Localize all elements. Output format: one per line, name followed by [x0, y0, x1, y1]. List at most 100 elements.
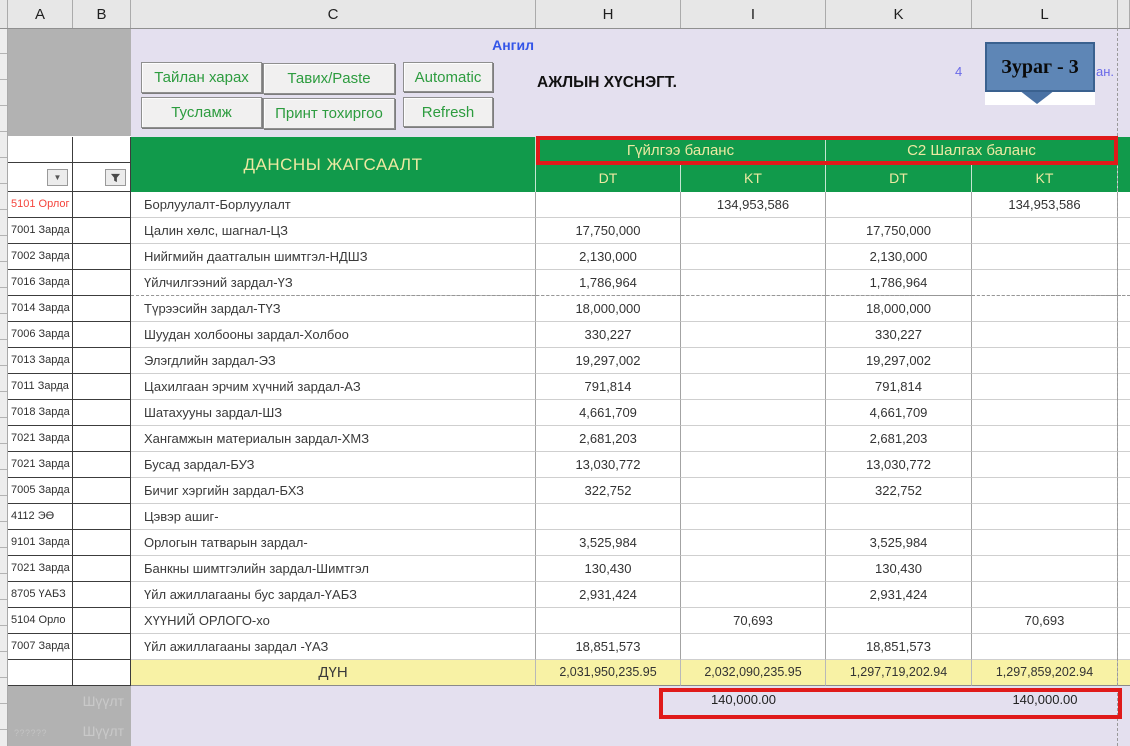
paste-button[interactable]: Тавих/Paste — [263, 63, 395, 94]
kt2-value-cell[interactable] — [972, 582, 1118, 608]
empty-b-cell[interactable] — [73, 478, 131, 504]
dt-column-header[interactable]: DT — [826, 163, 972, 192]
empty-b-cell[interactable] — [73, 348, 131, 374]
total-label[interactable]: ДҮН — [131, 660, 536, 686]
dt1-value-cell[interactable]: 17,750,000 — [536, 218, 681, 244]
dt1-value-cell[interactable]: 791,814 — [536, 374, 681, 400]
account-code-cell[interactable]: 7021 Зарда — [8, 426, 73, 452]
dt2-value-cell[interactable]: 330,227 — [826, 322, 972, 348]
account-name-cell[interactable]: Элэгдлийн зардал-ЭЗ — [131, 348, 536, 374]
dt2-value-cell[interactable]: 2,130,000 — [826, 244, 972, 270]
dt2-value-cell[interactable]: 2,931,424 — [826, 582, 972, 608]
account-code-cell[interactable]: 8705 ҮАБЗ — [8, 582, 73, 608]
dt2-value-cell[interactable]: 791,814 — [826, 374, 972, 400]
empty-b-cell[interactable] — [73, 218, 131, 244]
dt1-value-cell[interactable] — [536, 192, 681, 218]
account-name-cell[interactable]: Шуудан холбооны зардал-Холбоо — [131, 322, 536, 348]
account-code-cell[interactable]: 7005 Зарда — [8, 478, 73, 504]
kt1-value-cell[interactable]: 70,693 — [681, 608, 826, 634]
total-kt1[interactable]: 2,032,090,235.95 — [681, 660, 826, 686]
account-name-cell[interactable]: Үйл ажиллагааны бус зардал-ҮАБЗ — [131, 582, 536, 608]
account-name-cell[interactable]: Түрээсийн зардал-ТҮЗ — [131, 296, 536, 322]
kt1-value-cell[interactable] — [681, 270, 826, 296]
dt1-value-cell[interactable]: 13,030,772 — [536, 452, 681, 478]
automatic-button[interactable]: Automatic — [403, 62, 493, 92]
dt1-value-cell[interactable]: 3,525,984 — [536, 530, 681, 556]
account-name-cell[interactable]: Цалин хөлс, шагнал-ЦЗ — [131, 218, 536, 244]
dt2-value-cell[interactable] — [826, 192, 972, 218]
kt2-value-cell[interactable] — [972, 478, 1118, 504]
account-code-cell[interactable]: 7021 Зарда — [8, 452, 73, 478]
column-header-L[interactable]: L — [972, 0, 1118, 28]
account-code-cell[interactable]: 4112 ЭӨ — [8, 504, 73, 530]
dt2-value-cell[interactable] — [826, 504, 972, 530]
account-code-cell[interactable]: 7006 Зарда — [8, 322, 73, 348]
dt1-value-cell[interactable]: 18,851,573 — [536, 634, 681, 660]
dt1-value-cell[interactable]: 130,430 — [536, 556, 681, 582]
account-name-cell[interactable]: Шатахууны зардал-ШЗ — [131, 400, 536, 426]
kt1-value-cell[interactable] — [681, 556, 826, 582]
empty-b-cell[interactable] — [73, 322, 131, 348]
kt2-value-cell[interactable] — [972, 270, 1118, 296]
account-name-cell[interactable]: Цахилгаан эрчим хүчний зардал-АЗ — [131, 374, 536, 400]
print-settings-button[interactable]: Принт тохиргоо — [263, 98, 395, 129]
dt1-value-cell[interactable] — [536, 504, 681, 530]
account-name-cell[interactable]: Нийгмийн даатгалын шимтгэл-НДШЗ — [131, 244, 536, 270]
kt2-value-cell[interactable] — [972, 634, 1118, 660]
empty-b-cell[interactable] — [73, 608, 131, 634]
cell-b-filter[interactable] — [73, 163, 131, 192]
total-row-cell-b[interactable] — [73, 660, 131, 686]
account-code-cell[interactable]: 7013 Зарда — [8, 348, 73, 374]
kt2-value-cell[interactable] — [972, 530, 1118, 556]
empty-b-cell[interactable] — [73, 244, 131, 270]
dt1-value-cell[interactable]: 1,786,964 — [536, 270, 681, 296]
dt1-value-cell[interactable]: 19,297,002 — [536, 348, 681, 374]
help-button[interactable]: Тусламж — [141, 97, 262, 128]
kt2-value-cell[interactable] — [972, 322, 1118, 348]
dt2-value-cell[interactable]: 13,030,772 — [826, 452, 972, 478]
account-name-cell[interactable]: Цэвэр ашиг- — [131, 504, 536, 530]
kt1-value-cell[interactable] — [681, 218, 826, 244]
empty-b-cell[interactable] — [73, 634, 131, 660]
account-code-cell[interactable]: 7011 Зарда — [8, 374, 73, 400]
total-dt2[interactable]: 1,297,719,202.94 — [826, 660, 972, 686]
kt2-value-cell[interactable] — [972, 452, 1118, 478]
account-name-cell[interactable]: Борлуулалт-Борлуулалт — [131, 192, 536, 218]
empty-b-cell[interactable] — [73, 296, 131, 322]
dropdown-arrow-icon[interactable]: ▼ — [47, 169, 68, 186]
accounts-list-header[interactable]: ДАНСНЫ ЖАГСААЛТ — [131, 137, 536, 192]
account-code-cell[interactable]: 7001 Зарда — [8, 218, 73, 244]
dt2-value-cell[interactable]: 17,750,000 — [826, 218, 972, 244]
dt2-value-cell[interactable]: 3,525,984 — [826, 530, 972, 556]
kt2-value-cell[interactable] — [972, 218, 1118, 244]
account-name-cell[interactable]: Орлогын татварын зардал- — [131, 530, 536, 556]
account-name-cell[interactable]: Хангамжын материалын зардал-ХМЗ — [131, 426, 536, 452]
account-code-cell[interactable]: 7021 Зарда — [8, 556, 73, 582]
dt2-value-cell[interactable]: 18,000,000 — [826, 296, 972, 322]
kt1-value-cell[interactable] — [681, 348, 826, 374]
kt1-value-cell[interactable] — [681, 634, 826, 660]
column-header-I[interactable]: I — [681, 0, 826, 28]
dt2-value-cell[interactable] — [826, 608, 972, 634]
cell-b-header-empty[interactable] — [73, 137, 131, 163]
kt1-value-cell[interactable]: 134,953,586 — [681, 192, 826, 218]
empty-b-cell[interactable] — [73, 270, 131, 296]
kt2-value-cell[interactable] — [972, 556, 1118, 582]
column-header-H[interactable]: H — [536, 0, 681, 28]
dt2-value-cell[interactable]: 18,851,573 — [826, 634, 972, 660]
kt1-value-cell[interactable] — [681, 374, 826, 400]
account-code-cell[interactable]: 7018 Зарда — [8, 400, 73, 426]
kt2-value-cell[interactable] — [972, 244, 1118, 270]
dt2-value-cell[interactable]: 1,786,964 — [826, 270, 972, 296]
column-header-C[interactable]: C — [131, 0, 536, 28]
account-code-cell[interactable]: 5101 Орлог — [8, 192, 73, 218]
dt2-value-cell[interactable]: 322,752 — [826, 478, 972, 504]
account-code-cell[interactable]: 7014 Зарда — [8, 296, 73, 322]
empty-b-cell[interactable] — [73, 504, 131, 530]
kt1-value-cell[interactable] — [681, 296, 826, 322]
empty-b-cell[interactable] — [73, 192, 131, 218]
kt1-value-cell[interactable] — [681, 452, 826, 478]
dt1-value-cell[interactable]: 4,661,709 — [536, 400, 681, 426]
kt2-value-cell[interactable]: 70,693 — [972, 608, 1118, 634]
dt2-value-cell[interactable]: 2,681,203 — [826, 426, 972, 452]
